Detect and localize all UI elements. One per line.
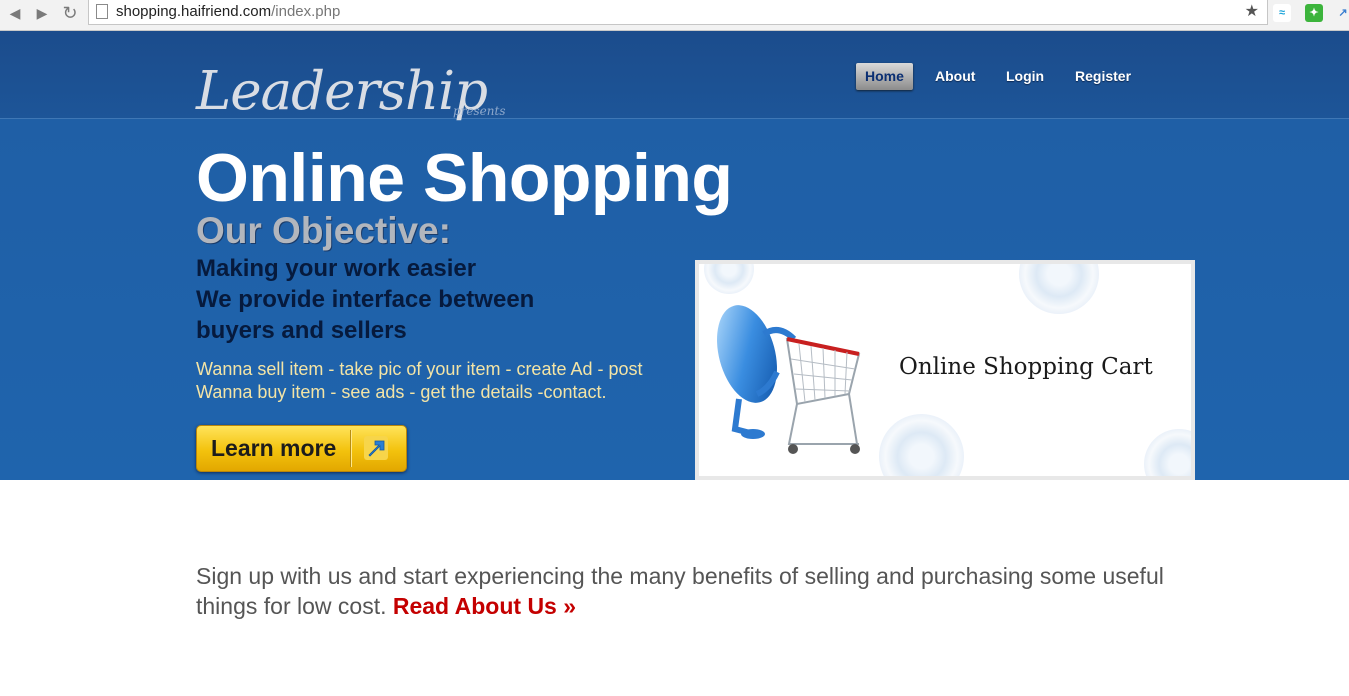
signup-text: Sign up with us and start experiencing t… bbox=[196, 563, 1164, 619]
arrow-up-right-icon bbox=[364, 436, 388, 460]
nav-home[interactable]: Home bbox=[856, 63, 913, 90]
decor-ring bbox=[1019, 264, 1099, 314]
url-text[interactable]: shopping.haifriend.com/index.php bbox=[116, 3, 340, 20]
button-divider bbox=[350, 430, 352, 467]
extension-blue-icon[interactable]: ↗ bbox=[1334, 4, 1349, 22]
learn-more-button[interactable]: Learn more bbox=[196, 425, 407, 472]
url-path: /index.php bbox=[271, 3, 341, 20]
bookmark-star-icon[interactable]: ★ bbox=[1245, 1, 1259, 21]
read-about-us-link[interactable]: Read About Us » bbox=[393, 593, 576, 619]
reload-icon[interactable]: ↻ bbox=[59, 3, 81, 23]
decor-ring bbox=[879, 414, 964, 476]
browser-toolbar: ◀ ▶ ↻ shopping.haifriend.com/index.php ★… bbox=[0, 0, 1349, 31]
logo-presents: presents bbox=[453, 104, 506, 118]
shopping-cart-mouse-icon bbox=[717, 305, 861, 454]
objective-heading: Our Objective: bbox=[196, 210, 451, 251]
page-icon bbox=[96, 4, 108, 19]
nav-login[interactable]: Login bbox=[1006, 63, 1044, 90]
address-bar[interactable]: shopping.haifriend.com/index.php ★ bbox=[88, 0, 1268, 25]
tagline-line-2: We provide interface between bbox=[196, 286, 535, 313]
back-arrow-icon[interactable]: ◀ bbox=[4, 3, 26, 23]
nav-register[interactable]: Register bbox=[1075, 63, 1131, 90]
promo-image: Online Shopping Cart bbox=[695, 260, 1195, 480]
forward-arrow-icon[interactable]: ▶ bbox=[31, 3, 53, 23]
tagline-line-1: Making your work easier bbox=[196, 255, 477, 282]
hero-banner: Leadership presents Home About Login Reg… bbox=[0, 31, 1349, 480]
promo-caption: Online Shopping Cart bbox=[899, 354, 1153, 380]
nav-about[interactable]: About bbox=[935, 63, 975, 90]
hero-title: Online Shopping bbox=[196, 140, 733, 216]
extension-green-icon[interactable]: ✦ bbox=[1305, 4, 1323, 22]
decor-ring bbox=[1144, 429, 1191, 476]
decor-ring bbox=[704, 264, 754, 294]
signup-paragraph: Sign up with us and start experiencing t… bbox=[196, 561, 1176, 621]
url-host: shopping.haifriend.com bbox=[116, 3, 272, 20]
extension-wave-icon[interactable]: ≈ bbox=[1273, 4, 1291, 22]
tagline-line-3: buyers and sellers bbox=[196, 317, 407, 344]
learn-more-label: Learn more bbox=[211, 435, 337, 461]
sell-steps: Wanna sell item - take pic of your item … bbox=[196, 359, 643, 379]
site-logo[interactable]: Leadership bbox=[196, 61, 488, 122]
buy-steps: Wanna buy item - see ads - get the detai… bbox=[196, 382, 607, 402]
